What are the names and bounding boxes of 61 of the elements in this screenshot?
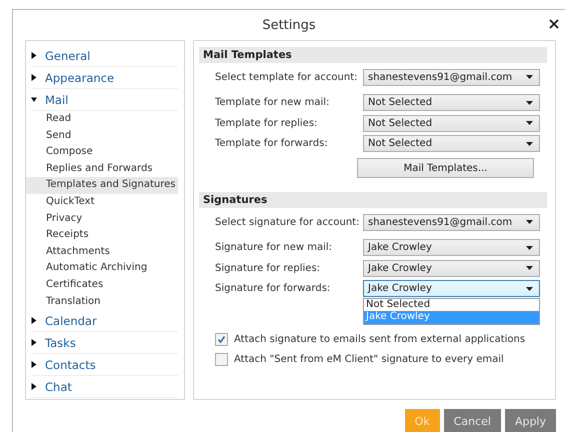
dropdown[interactable]: Not Selected bbox=[363, 94, 540, 112]
sidebar-item[interactable]: Receipts bbox=[26, 227, 178, 244]
field-label: Template for new mail: bbox=[215, 97, 330, 108]
sidebar-item[interactable]: Compose bbox=[26, 144, 178, 161]
caret-icon[interactable] bbox=[31, 52, 37, 59]
sidebar-category[interactable]: Mail bbox=[45, 92, 68, 106]
caret-icon[interactable] bbox=[31, 383, 37, 390]
dialog-button[interactable]: Cancel bbox=[444, 409, 501, 432]
dropdown[interactable]: Jake Crowley bbox=[363, 239, 540, 256]
caret-icon[interactable] bbox=[526, 100, 533, 105]
caret-icon[interactable] bbox=[31, 339, 37, 346]
dropdown[interactable]: Not Selected bbox=[363, 114, 540, 132]
sidebar-category[interactable]: Appearance bbox=[45, 70, 114, 84]
caret-icon[interactable] bbox=[526, 286, 533, 291]
caret-icon[interactable] bbox=[526, 266, 533, 270]
sidebar-category[interactable]: Chat bbox=[45, 380, 72, 394]
caret-icon[interactable] bbox=[526, 75, 533, 80]
sidebar-category[interactable]: Contacts bbox=[45, 358, 96, 372]
caret-icon[interactable] bbox=[526, 246, 533, 250]
sidebar-item[interactable]: Translation bbox=[26, 294, 178, 310]
sidebar-item[interactable]: Read bbox=[26, 111, 178, 128]
caret-icon[interactable] bbox=[31, 317, 37, 324]
field-label: Signature for forwards: bbox=[215, 283, 332, 294]
sidebar-item[interactable]: Automatic Archiving bbox=[26, 260, 178, 277]
caret-icon[interactable] bbox=[526, 142, 533, 146]
sidebar-category[interactable]: Calendar bbox=[45, 314, 97, 328]
checkbox[interactable] bbox=[215, 332, 228, 346]
dropdown[interactable]: Jake Crowley bbox=[363, 260, 540, 277]
dropdown[interactable]: shanestevens91@gmail.com bbox=[363, 214, 540, 231]
sidebar-item[interactable]: Certificates bbox=[26, 276, 178, 294]
field-label: Template for forwards: bbox=[215, 138, 329, 150]
sidebar-item[interactable]: Templates and Signatures bbox=[26, 177, 178, 194]
window-title: Settings bbox=[262, 18, 316, 32]
caret-icon[interactable] bbox=[31, 96, 37, 103]
sidebar-item[interactable]: Replies and Forwards bbox=[26, 160, 178, 178]
field-label: Select signature for account: bbox=[215, 216, 360, 228]
section-header: Mail Templates bbox=[199, 47, 547, 63]
sidebar-item[interactable]: Attachments bbox=[26, 244, 178, 260]
checkbox[interactable] bbox=[215, 352, 228, 366]
mail-templates-button[interactable]: Mail Templates... bbox=[357, 158, 534, 178]
field-label: Template for replies: bbox=[215, 118, 318, 129]
dropdown[interactable]: shanestevens91@gmail.com bbox=[363, 68, 540, 86]
dropdown[interactable]: Not Selected bbox=[363, 135, 540, 152]
field-label: Signature for replies: bbox=[215, 262, 322, 274]
checkbox-label: Attach signature to emails sent from external applications bbox=[234, 334, 526, 344]
close-icon[interactable] bbox=[549, 19, 559, 29]
dialog-button[interactable]: Apply bbox=[504, 409, 556, 432]
caret-icon[interactable] bbox=[526, 121, 533, 126]
caret-icon[interactable] bbox=[526, 220, 533, 224]
sidebar-item[interactable]: Send bbox=[26, 128, 178, 144]
caret-icon[interactable] bbox=[31, 361, 37, 368]
field-label: Select template for account: bbox=[215, 72, 358, 83]
field-label: Signature for new mail: bbox=[215, 242, 333, 254]
sidebar-category[interactable]: Tasks bbox=[45, 336, 76, 350]
sidebar-item[interactable]: QuickText bbox=[26, 194, 178, 211]
sidebar-item[interactable]: Privacy bbox=[26, 210, 178, 228]
dropdown[interactable]: Jake Crowley bbox=[363, 280, 540, 298]
checkbox-label: Attach "Sent from eM Client" signature to every email bbox=[234, 354, 504, 364]
sidebar-category[interactable]: General bbox=[45, 48, 90, 62]
section-header: Signatures bbox=[199, 192, 547, 208]
caret-icon[interactable] bbox=[31, 74, 37, 81]
